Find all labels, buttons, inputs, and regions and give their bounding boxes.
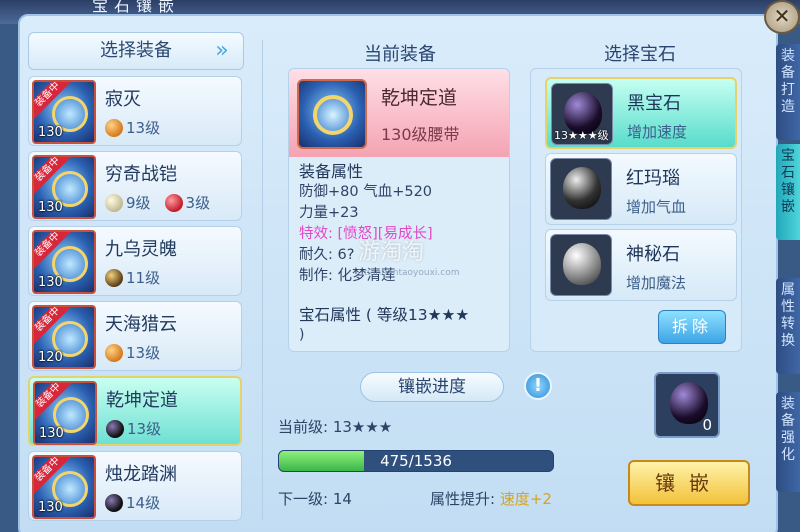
current-equip-title: 当前装备 — [364, 44, 436, 65]
attr-header: 装备属性 — [299, 162, 364, 181]
owned-gem-count: 0 — [702, 416, 712, 434]
side-tab-4[interactable]: 装备强化 — [776, 392, 800, 492]
equip-name: 九乌灵魄 — [105, 239, 177, 260]
equip-level: 130 — [38, 500, 63, 515]
red-gem-icon — [164, 193, 183, 212]
equip-gems: 9级 3级 — [105, 192, 224, 212]
equip-list-title: 选择装备 — [100, 40, 172, 61]
current-equip-card: 乾坤定道 130级腰带 装备属性 防御+80 气血+520 力量+23 特效: … — [288, 68, 510, 352]
orange-gem-icon — [105, 343, 123, 362]
gold-gem-icon — [105, 268, 123, 287]
side-tab-3[interactable]: 属性转换 — [776, 278, 800, 374]
belt-icon — [297, 79, 367, 149]
black-gem-icon — [106, 419, 124, 438]
info-icon[interactable]: ! — [524, 372, 552, 400]
black-gem-icon — [105, 493, 123, 512]
gem-option[interactable]: 13★★★级 黑宝石增加速度 — [545, 77, 737, 149]
gem-level: 9级 — [126, 194, 151, 212]
equip-gems: 13级 — [105, 342, 174, 362]
progress-text: 475/1536 — [380, 452, 452, 470]
equip-icon: 装备中 130 — [32, 155, 96, 219]
equip-gems: 13级 — [105, 117, 174, 137]
equip-item[interactable]: 装备中 130 穷奇战铠 9级 3级 — [28, 151, 242, 221]
equip-gems: 11级 — [105, 267, 174, 287]
attr-line-2: 力量+23 — [299, 205, 359, 221]
watermark-text: 游淘淘 — [358, 240, 425, 265]
gem-attr-end: ) — [299, 327, 305, 343]
equip-level: 130 — [38, 275, 63, 290]
gem-icon — [550, 158, 612, 220]
equip-level: 130 — [38, 200, 63, 215]
equip-list-header[interactable]: 选择装备 » — [28, 32, 244, 70]
gem-name: 红玛瑙 — [626, 168, 680, 189]
side-tab-1[interactable]: 装备打造 — [776, 44, 800, 140]
gem-attributes: 宝石属性 ( 等级13★★★ ) — [299, 305, 469, 345]
attr-line-1: 防御+80 气血+520 — [299, 184, 433, 200]
close-button[interactable]: ✕ — [764, 0, 800, 34]
orange-gem-icon — [105, 118, 123, 137]
attr-up: 属性提升: 速度+2 — [430, 488, 552, 509]
equip-icon: 装备中 130 — [32, 80, 96, 144]
equip-name: 乾坤定道 — [106, 390, 178, 411]
gem-option-level: 13★★★级 — [554, 129, 609, 142]
gem-option[interactable]: 红玛瑙 增加气血 — [545, 153, 737, 225]
gem-icon — [550, 234, 612, 296]
equip-level: 120 — [38, 350, 63, 365]
current-equip-header: 乾坤定道 130级腰带 — [289, 69, 509, 157]
side-tab-2[interactable]: 宝石镶嵌 — [776, 144, 800, 240]
equip-name: 天海猎云 — [105, 314, 177, 335]
watermark-url: tiantiantaoyouxi.com — [364, 268, 460, 278]
gem-select-title: 选择宝石 — [604, 44, 676, 65]
equip-list: 选择装备 » — [28, 32, 244, 70]
equip-icon: 装备中 130 — [33, 381, 97, 445]
gem-desc: 增加魔法 — [626, 274, 687, 292]
equip-name: 寂灭 — [105, 89, 141, 110]
equip-icon: 装备中 130 — [32, 230, 96, 294]
gem-attr-line: 宝石属性 ( 等级13★★★ — [299, 306, 470, 324]
equip-item[interactable]: 装备中 130 九乌灵魄 11级 — [28, 226, 242, 296]
attr-up-value: 速度+2 — [499, 490, 552, 508]
column-divider — [262, 40, 263, 520]
current-equip-name: 乾坤定道 — [381, 87, 458, 109]
equip-item[interactable]: 装备中 120 天海猎云 13级 — [28, 301, 242, 371]
gem-level: 3级 — [185, 194, 211, 212]
inlay-button[interactable]: 镶嵌 — [628, 460, 750, 506]
equip-item[interactable]: 装备中 130 烛龙踏渊 14级 — [28, 451, 242, 521]
progress-title: 镶嵌进度 — [360, 372, 504, 402]
gem-name: 神秘石 — [626, 244, 680, 265]
equip-name: 烛龙踏渊 — [105, 464, 177, 485]
attr-up-label: 属性提升: — [430, 490, 496, 508]
gem-desc: 增加气血 — [626, 198, 687, 216]
window-title: 宝石镶嵌 — [92, 0, 181, 15]
next-level: 下一级: 14 — [278, 490, 352, 508]
equip-gems: 13级 — [106, 418, 175, 438]
gem-level: 13级 — [127, 420, 162, 438]
gem-desc: 增加速度 — [627, 123, 688, 141]
equip-item[interactable]: 装备中 130 乾坤定道 13级 — [28, 376, 242, 446]
gem-level: 13级 — [126, 119, 161, 137]
double-arrow-icon[interactable]: » — [207, 37, 237, 65]
progress-bar: 475/1536 — [278, 450, 554, 472]
equip-icon: 装备中 120 — [32, 305, 96, 369]
equip-item[interactable]: 装备中 130 寂灭 13级 — [28, 76, 242, 146]
current-equip-type: 130级腰带 — [381, 125, 460, 144]
gem-name: 黑宝石 — [627, 93, 681, 114]
gem-icon: 13★★★级 — [551, 83, 613, 145]
gem-level: 11级 — [126, 269, 161, 287]
equip-level: 130 — [39, 426, 64, 441]
gem-option[interactable]: 神秘石 增加魔法 — [545, 229, 737, 301]
equip-level: 130 — [38, 125, 63, 140]
equip-name: 穷奇战铠 — [105, 164, 177, 185]
remove-button[interactable]: 拆除 — [658, 310, 726, 344]
gem-level: 14级 — [126, 494, 161, 512]
gem-level: 13级 — [126, 344, 161, 362]
owned-gem-slot[interactable]: 0 — [654, 372, 720, 438]
equip-gems: 14级 — [105, 492, 174, 512]
equip-icon: 装备中 130 — [32, 455, 96, 519]
current-level: 当前级: 13★★★ — [278, 418, 393, 436]
white-gem-icon — [105, 193, 123, 212]
